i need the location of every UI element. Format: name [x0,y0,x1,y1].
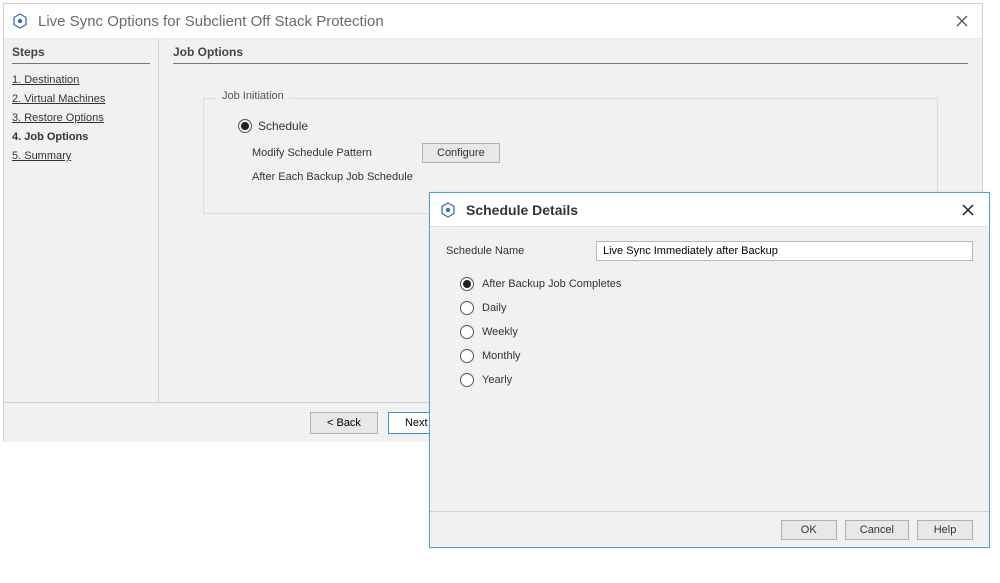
modify-pattern-label: Modify Schedule Pattern [252,147,422,159]
schedule-name-row: Schedule Name [446,241,973,261]
divider [12,63,150,64]
radio-icon [460,277,474,291]
radio-icon [460,301,474,315]
app-logo-icon [440,202,456,218]
step-destination[interactable]: 1. Destination [12,74,150,86]
schedule-name-label: Schedule Name [446,245,596,257]
close-icon[interactable] [950,9,974,33]
app-logo-icon [12,13,28,29]
radio-yearly[interactable]: Yearly [460,373,973,387]
radio-label: Yearly [482,374,512,386]
modify-pattern-row: Modify Schedule Pattern Configure [252,143,917,163]
dialog-titlebar: Schedule Details [430,193,989,227]
steps-list: 1. Destination 2. Virtual Machines 3. Re… [12,74,150,162]
radio-after-backup[interactable]: After Backup Job Completes [460,277,973,291]
content-header: Job Options [173,45,968,59]
schedule-radio[interactable]: Schedule [238,119,917,133]
schedule-details-dialog: Schedule Details Schedule Name After Bac… [429,192,990,548]
schedule-radio-label: Schedule [258,119,308,133]
dialog-title: Schedule Details [466,202,957,218]
after-each-backup-label: After Each Backup Job Schedule [252,171,917,183]
step-virtual-machines[interactable]: 2. Virtual Machines [12,93,150,105]
step-restore-options[interactable]: 3. Restore Options [12,112,150,124]
help-button[interactable]: Help [917,520,973,540]
radio-label: Daily [482,302,506,314]
back-button[interactable]: < Back [310,412,378,434]
schedule-name-input[interactable] [596,241,973,261]
dialog-footer: OK Cancel Help [430,511,989,547]
step-job-options[interactable]: 4. Job Options [12,131,150,143]
radio-label: After Backup Job Completes [482,278,621,290]
step-summary[interactable]: 5. Summary [12,150,150,162]
radio-icon [460,373,474,387]
radio-daily[interactable]: Daily [460,301,973,315]
radio-icon [238,119,252,133]
divider [173,63,968,64]
steps-header: Steps [12,45,150,59]
steps-panel: Steps 1. Destination 2. Virtual Machines… [4,39,159,402]
radio-monthly[interactable]: Monthly [460,349,973,363]
radio-label: Monthly [482,350,521,362]
radio-icon [460,325,474,339]
radio-label: Weekly [482,326,518,338]
main-titlebar: Live Sync Options for Subclient Off Stac… [4,4,982,39]
radio-weekly[interactable]: Weekly [460,325,973,339]
cancel-button[interactable]: Cancel [845,520,909,540]
radio-icon [460,349,474,363]
frequency-radio-group: After Backup Job Completes Daily Weekly … [460,277,973,387]
job-initiation-label: Job Initiation [216,90,290,102]
dialog-body: Schedule Name After Backup Job Completes… [430,227,989,511]
configure-button[interactable]: Configure [422,143,500,163]
main-window-title: Live Sync Options for Subclient Off Stac… [38,13,950,30]
ok-button[interactable]: OK [781,520,837,540]
close-icon[interactable] [957,199,979,221]
